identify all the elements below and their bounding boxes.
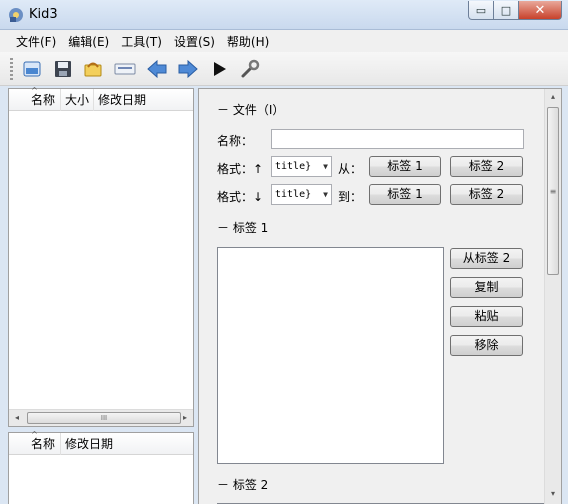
revert-icon — [84, 62, 102, 77]
tag2-from-filename-button[interactable]: 标签 2 — [450, 184, 523, 205]
sort-ascending-icon: ^ — [31, 86, 38, 95]
scroll-up-icon[interactable]: ▴ — [547, 92, 559, 104]
tag-editor-panel: － 文件（I） 名称： 格式：↑ title} ▼ 从： 标签 1 标签 2 格… — [198, 88, 562, 504]
scroll-left-icon[interactable]: ◂ — [11, 412, 23, 424]
tag-panel-vscrollbar[interactable]: ▴ ≡ ▾ — [544, 89, 561, 504]
title-bar: Kid3 ▭ □ ✕ — [0, 0, 568, 30]
settings-button[interactable] — [239, 58, 261, 80]
format-up-label: 格式：↑ — [217, 162, 264, 176]
file-list-header: ^ 名称 大小 修改日期 — [9, 86, 193, 111]
scroll-right-icon[interactable]: ▸ — [179, 412, 191, 424]
sort-ascending-icon: ^ — [31, 430, 38, 439]
toolbar-grip[interactable] — [10, 58, 13, 80]
previous-file-button[interactable] — [146, 58, 168, 80]
from-label: 从： — [338, 162, 363, 176]
tag1-copy-button[interactable]: 复制 — [450, 277, 523, 298]
settings-wrench-icon — [241, 59, 260, 78]
chevron-down-icon: ▼ — [323, 190, 328, 199]
rename-button[interactable] — [114, 58, 136, 80]
format-to-tag-value: title} — [275, 189, 312, 200]
format-to-tag-combo[interactable]: title} ▼ — [271, 184, 332, 205]
filename-from-tag1-button[interactable]: 标签 1 — [369, 156, 441, 177]
menu-tools[interactable]: 工具(T) — [115, 33, 168, 50]
column-name[interactable]: ^ 名称 — [9, 86, 61, 111]
tag1-paste-button[interactable]: 粘贴 — [450, 306, 523, 327]
revert-button[interactable] — [82, 58, 104, 80]
save-button[interactable] — [52, 58, 74, 80]
directory-list-header: ^ 名称 修改日期 — [9, 430, 193, 455]
chevron-down-icon: ▼ — [323, 162, 328, 171]
column-size-label: 大小 — [65, 93, 90, 107]
menu-bar: 文件(F) 编辑(E) 工具(T) 设置(S) 帮助(H) — [0, 30, 568, 52]
to-label: 到： — [338, 190, 363, 204]
directory-list[interactable]: ^ 名称 修改日期 — [8, 430, 194, 504]
file-section-title[interactable]: － 文件（I） — [217, 101, 284, 118]
menu-edit[interactable]: 编辑(E) — [62, 33, 115, 50]
tag1-from-tag2-button[interactable]: 从标签 2 — [450, 248, 523, 269]
next-file-button[interactable] — [177, 58, 199, 80]
dir-column-modified[interactable]: 修改日期 — [61, 433, 193, 455]
tag1-remove-button[interactable]: 移除 — [450, 335, 523, 356]
file-list-hscrollbar[interactable]: ◂ III ▸ — [9, 409, 193, 426]
tag1-section-title[interactable]: － 标签 1 — [217, 219, 268, 236]
maximize-button[interactable]: □ — [494, 1, 519, 20]
play-button[interactable] — [208, 58, 230, 80]
menu-help[interactable]: 帮助(H) — [221, 33, 275, 50]
previous-file-icon — [147, 59, 167, 79]
format-from-tag-value: title} — [275, 161, 312, 172]
close-button[interactable]: ✕ — [519, 1, 562, 20]
open-folder-icon — [23, 61, 41, 77]
toolbar — [0, 52, 568, 86]
scroll-thumb[interactable]: III — [27, 412, 181, 424]
column-modified-label: 修改日期 — [98, 93, 147, 107]
window-title: Kid3 — [29, 7, 58, 22]
filename-from-tag2-button[interactable]: 标签 2 — [450, 156, 523, 177]
filename-input[interactable] — [271, 129, 524, 149]
format-down-label: 格式：↓ — [217, 190, 264, 204]
file-list[interactable]: ^ 名称 大小 修改日期 ◂ III ▸ — [8, 86, 194, 427]
menu-settings[interactable]: 设置(S) — [168, 33, 221, 50]
open-folder-button[interactable] — [21, 58, 43, 80]
dir-column-modified-label: 修改日期 — [65, 437, 114, 451]
tag1-frame-list[interactable] — [217, 247, 444, 464]
column-modified[interactable]: 修改日期 — [94, 89, 193, 111]
minimize-button[interactable]: ▭ — [468, 1, 494, 20]
format-from-tag-combo[interactable]: title} ▼ — [271, 156, 332, 177]
name-label: 名称： — [217, 134, 254, 148]
column-size[interactable]: 大小 — [61, 89, 94, 111]
dir-column-name-label: 名称 — [31, 437, 56, 451]
menu-file[interactable]: 文件(F) — [10, 33, 62, 50]
tag2-section-title[interactable]: － 标签 2 — [217, 476, 268, 493]
scroll-down-icon[interactable]: ▾ — [547, 489, 559, 501]
dir-column-name[interactable]: ^ 名称 — [9, 430, 61, 455]
column-name-label: 名称 — [31, 93, 56, 107]
rename-icon — [114, 63, 136, 75]
next-file-icon — [178, 59, 198, 79]
kid3-app-icon — [9, 8, 23, 22]
tag1-from-filename-button[interactable]: 标签 1 — [369, 184, 441, 205]
save-icon — [55, 61, 71, 77]
scroll-thumb[interactable]: ≡ — [547, 107, 559, 275]
play-icon — [214, 62, 226, 76]
